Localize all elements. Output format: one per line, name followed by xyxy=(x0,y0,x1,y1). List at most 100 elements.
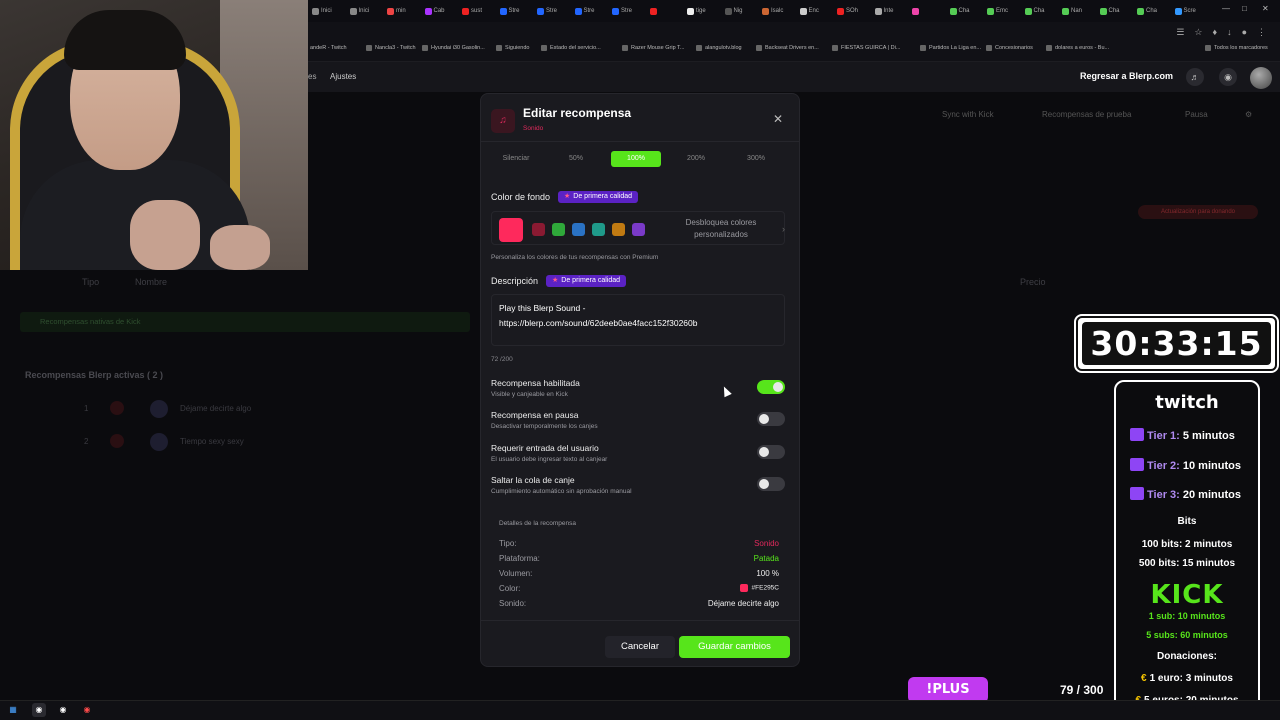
twitch-icon xyxy=(1130,487,1144,500)
browser-tab[interactable]: Inte xyxy=(874,3,894,19)
browser-tab[interactable]: Cab xyxy=(424,3,445,19)
browser-tab[interactable]: Cha xyxy=(949,3,970,19)
active-rewards-title: Recompensas Blerp activas ( 2 ) xyxy=(25,370,164,380)
color-swatch[interactable] xyxy=(592,223,605,236)
browser-tab[interactable]: Emc xyxy=(987,3,1008,19)
table-row[interactable]: 2 Tiempo sexy sexy xyxy=(20,429,480,455)
browser-tab[interactable]: Nig xyxy=(724,3,743,19)
color-swatch[interactable] xyxy=(632,223,645,236)
close-window-icon[interactable]: ✕ xyxy=(1262,4,1269,13)
webcam-feed xyxy=(0,0,308,270)
browser-tab[interactable]: tige xyxy=(687,3,706,19)
bookmark-item[interactable]: Siguiendo xyxy=(496,45,529,51)
bell-icon[interactable]: ◉ xyxy=(1219,68,1237,86)
avatar[interactable] xyxy=(1250,67,1272,89)
translate-icon[interactable]: ☰ xyxy=(1176,27,1184,38)
volume-option-300[interactable]: 300% xyxy=(731,151,781,167)
gear-icon[interactable]: ⚙ xyxy=(1245,110,1252,119)
update-badge: Actualización para donando xyxy=(1138,205,1258,219)
download-icon[interactable]: ↓ xyxy=(1227,27,1232,38)
detail-platform: Plataforma: Patada xyxy=(499,554,779,563)
browser-tab[interactable]: SOh xyxy=(837,3,858,19)
browser-tab[interactable]: Enc xyxy=(799,3,819,19)
color-swatch[interactable] xyxy=(499,218,523,242)
native-rewards-bar[interactable]: Recompensas nativas de Kick xyxy=(20,312,470,332)
subathon-panel: twitch Tier 1: 5 minutos Tier 2: 10 minu… xyxy=(1114,380,1260,717)
menu-icon[interactable]: ⋮ xyxy=(1257,27,1266,38)
windows-start-icon[interactable]: ▦ xyxy=(6,703,20,717)
modal-title: Editar recompensa xyxy=(523,106,632,120)
cancel-button[interactable]: Cancelar xyxy=(605,636,675,658)
bookmark-item[interactable]: dolares a euros - Bu... xyxy=(1046,45,1109,51)
browser-tab[interactable] xyxy=(649,3,659,19)
bookmark-item[interactable]: Nancla3 - Twitch xyxy=(366,45,416,51)
app-icon[interactable]: ◉ xyxy=(80,703,94,717)
browser-tab[interactable]: Cha xyxy=(1024,3,1045,19)
close-icon[interactable]: ✕ xyxy=(773,112,783,126)
tab-favicon-icon xyxy=(1062,7,1069,15)
browser-tab[interactable]: Stre xyxy=(612,3,632,19)
bookmark-item[interactable]: Concesionarios xyxy=(986,45,1033,51)
nav-item-partial[interactable]: es xyxy=(308,72,316,81)
bookmark-item[interactable]: alangulotv.blog xyxy=(696,45,742,51)
browser-tab[interactable]: Inici xyxy=(312,3,332,19)
volume-option-100[interactable]: 100% xyxy=(611,151,661,167)
volume-icon[interactable]: ♬ xyxy=(1186,68,1204,86)
all-bookmarks[interactable]: Todos los marcadores xyxy=(1205,45,1268,51)
details-title: Detalles de la recompensa xyxy=(499,520,576,527)
save-changes-button[interactable]: Guardar cambios xyxy=(679,636,790,658)
minimize-icon[interactable]: — xyxy=(1222,4,1230,13)
browser-tab[interactable]: Nan xyxy=(1062,3,1082,19)
color-swatch[interactable] xyxy=(572,223,585,236)
sync-kick-button[interactable]: Sync with Kick xyxy=(942,110,994,119)
color-swatch[interactable] xyxy=(552,223,565,236)
browser-tab[interactable]: Stre xyxy=(499,3,520,19)
euro-icon: € xyxy=(1141,673,1147,684)
chevron-right-icon[interactable]: › xyxy=(782,224,785,234)
enabled-toggle[interactable] xyxy=(757,380,785,394)
nav-item-settings[interactable]: Ajustes xyxy=(330,72,356,81)
bookmark-item[interactable]: Hyundai i30 Gasolin... xyxy=(422,45,485,51)
column-name: Nombre xyxy=(135,277,168,287)
bookmark-item[interactable]: Razer Mouse Grip T... xyxy=(622,45,684,51)
unlock-colors-button[interactable]: Desbloquea colores personalizados xyxy=(666,217,776,241)
volume-option-50[interactable]: 50% xyxy=(551,151,601,167)
user-input-toggle[interactable] xyxy=(757,445,785,459)
browser-tab[interactable]: Cha xyxy=(1137,3,1157,19)
color-swatch[interactable] xyxy=(532,223,545,236)
tab-favicon-icon xyxy=(799,7,807,15)
paused-toggle[interactable] xyxy=(757,412,785,426)
bookmark-item[interactable]: FIESTAS GUIRCA | Di... xyxy=(832,45,900,51)
maximize-icon[interactable]: □ xyxy=(1242,4,1247,13)
browser-tab[interactable]: Stre xyxy=(574,3,595,19)
bookmark-star-icon[interactable]: ☆ xyxy=(1194,27,1202,38)
bookmark-item[interactable]: Backseat Drivers en... xyxy=(756,45,819,51)
table-row[interactable]: 1 Déjame decirte algo xyxy=(20,396,480,422)
bookmark-item[interactable]: andeR - Twitch xyxy=(310,45,347,51)
test-rewards-button[interactable]: Recompensas de prueba xyxy=(1042,110,1131,119)
browser-tab[interactable]: Isalc xyxy=(762,3,783,19)
volume-option-mute[interactable]: Silenciar xyxy=(491,151,541,167)
volume-option-200[interactable]: 200% xyxy=(671,151,721,167)
tab-favicon-icon xyxy=(424,7,432,15)
tab-favicon-icon xyxy=(687,7,694,15)
pause-button[interactable]: Pausa xyxy=(1185,110,1208,119)
chrome-icon[interactable]: ◉ xyxy=(32,703,46,717)
bookmark-item[interactable]: Estado del servicio... xyxy=(541,45,601,51)
detail-sound: Sonido: Déjame decirte algo xyxy=(499,599,779,608)
browser-tab[interactable]: Cha xyxy=(1099,3,1120,19)
bookmark-item[interactable]: Partidos La Liga en... xyxy=(920,45,981,51)
browser-tab[interactable]: Stre xyxy=(537,3,557,19)
browser-tab[interactable]: sust xyxy=(462,3,482,19)
browser-tab[interactable]: Scre xyxy=(1174,3,1196,19)
browser-tab[interactable]: min xyxy=(387,3,406,19)
browser-tab[interactable]: Inici xyxy=(349,3,369,19)
browser-tab[interactable] xyxy=(912,3,921,19)
back-to-blerp-link[interactable]: Regresar a Blerp.com xyxy=(1080,71,1173,81)
skip-queue-toggle[interactable] xyxy=(757,477,785,491)
extension-icon[interactable]: ♦ xyxy=(1212,27,1217,38)
profile-icon[interactable]: ● xyxy=(1242,27,1247,38)
color-swatch[interactable] xyxy=(612,223,625,236)
description-textarea[interactable]: Play this Blerp Sound - https://blerp.co… xyxy=(491,294,785,346)
browser-icon[interactable]: ◉ xyxy=(56,703,70,717)
